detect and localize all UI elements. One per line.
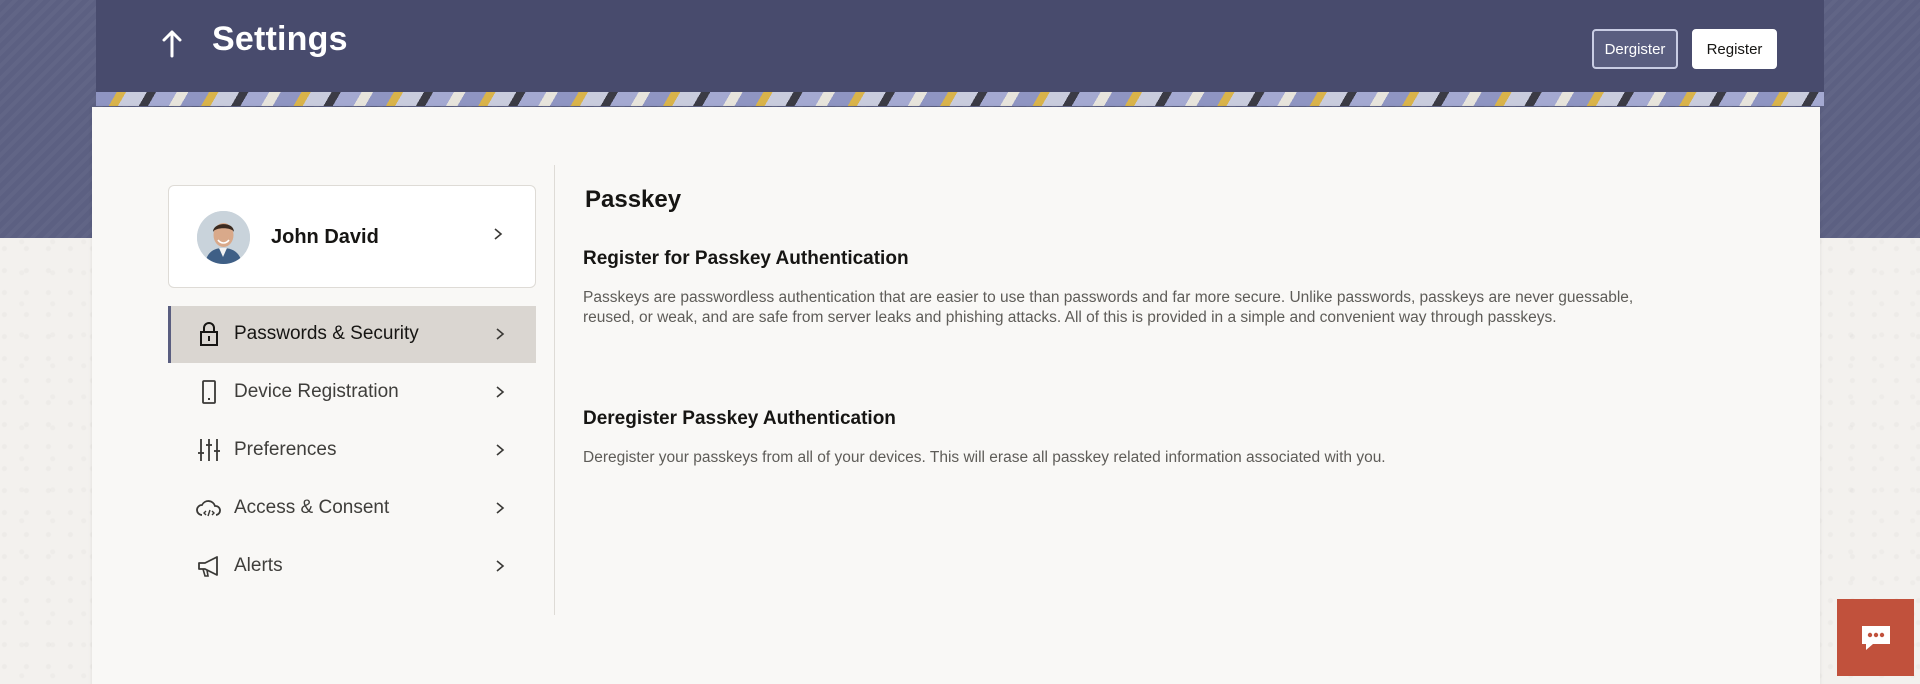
nav-label: Passwords & Security <box>234 323 419 344</box>
deregister-button[interactable]: Dergister <box>1592 29 1678 69</box>
arrow-up-icon[interactable] <box>158 24 186 60</box>
cloud-code-icon <box>196 495 222 521</box>
chevron-right-icon <box>493 443 507 457</box>
chat-icon <box>1859 623 1893 658</box>
header-pattern <box>96 92 1824 106</box>
vertical-divider <box>554 165 555 615</box>
avatar <box>197 211 250 264</box>
chevron-right-icon <box>493 501 507 515</box>
nav-item-access-consent[interactable]: Access & Consent <box>168 480 536 537</box>
page-title: Settings <box>212 20 348 58</box>
deregister-heading: Deregister Passkey Authentication <box>583 408 896 429</box>
section-title: Passkey <box>585 186 682 213</box>
deregister-description: Deregister your passkeys from all of you… <box>583 449 1386 466</box>
profile-card[interactable]: John David <box>168 185 536 288</box>
nav-item-alerts[interactable]: Alerts <box>168 538 536 595</box>
register-heading: Register for Passkey Authentication <box>583 248 909 269</box>
chevron-right-icon <box>493 327 507 341</box>
nav-item-preferences[interactable]: Preferences <box>168 422 536 479</box>
megaphone-icon <box>196 553 222 579</box>
nav-label: Device Registration <box>234 381 399 402</box>
chat-button[interactable] <box>1837 599 1914 676</box>
nav-label: Access & Consent <box>234 497 390 518</box>
profile-name: John David <box>271 226 379 248</box>
settings-nav: Passwords & Security Device Registration… <box>168 306 536 596</box>
nav-item-device-registration[interactable]: Device Registration <box>168 364 536 421</box>
nav-item-passwords-security[interactable]: Passwords & Security <box>168 306 536 363</box>
chevron-right-icon <box>491 227 505 241</box>
page-header: Settings Dergister Register <box>96 0 1824 106</box>
nav-label: Preferences <box>234 439 337 460</box>
sliders-icon <box>196 437 222 463</box>
lock-icon <box>196 321 222 347</box>
nav-label: Alerts <box>234 555 283 576</box>
settings-card: John David Passwords & Security Device R… <box>92 107 1820 684</box>
register-button[interactable]: Register <box>1692 29 1777 69</box>
register-description: Passkeys are passwordless authentication… <box>583 289 1634 326</box>
device-icon <box>196 379 222 405</box>
chevron-right-icon <box>493 385 507 399</box>
chevron-right-icon <box>493 559 507 573</box>
